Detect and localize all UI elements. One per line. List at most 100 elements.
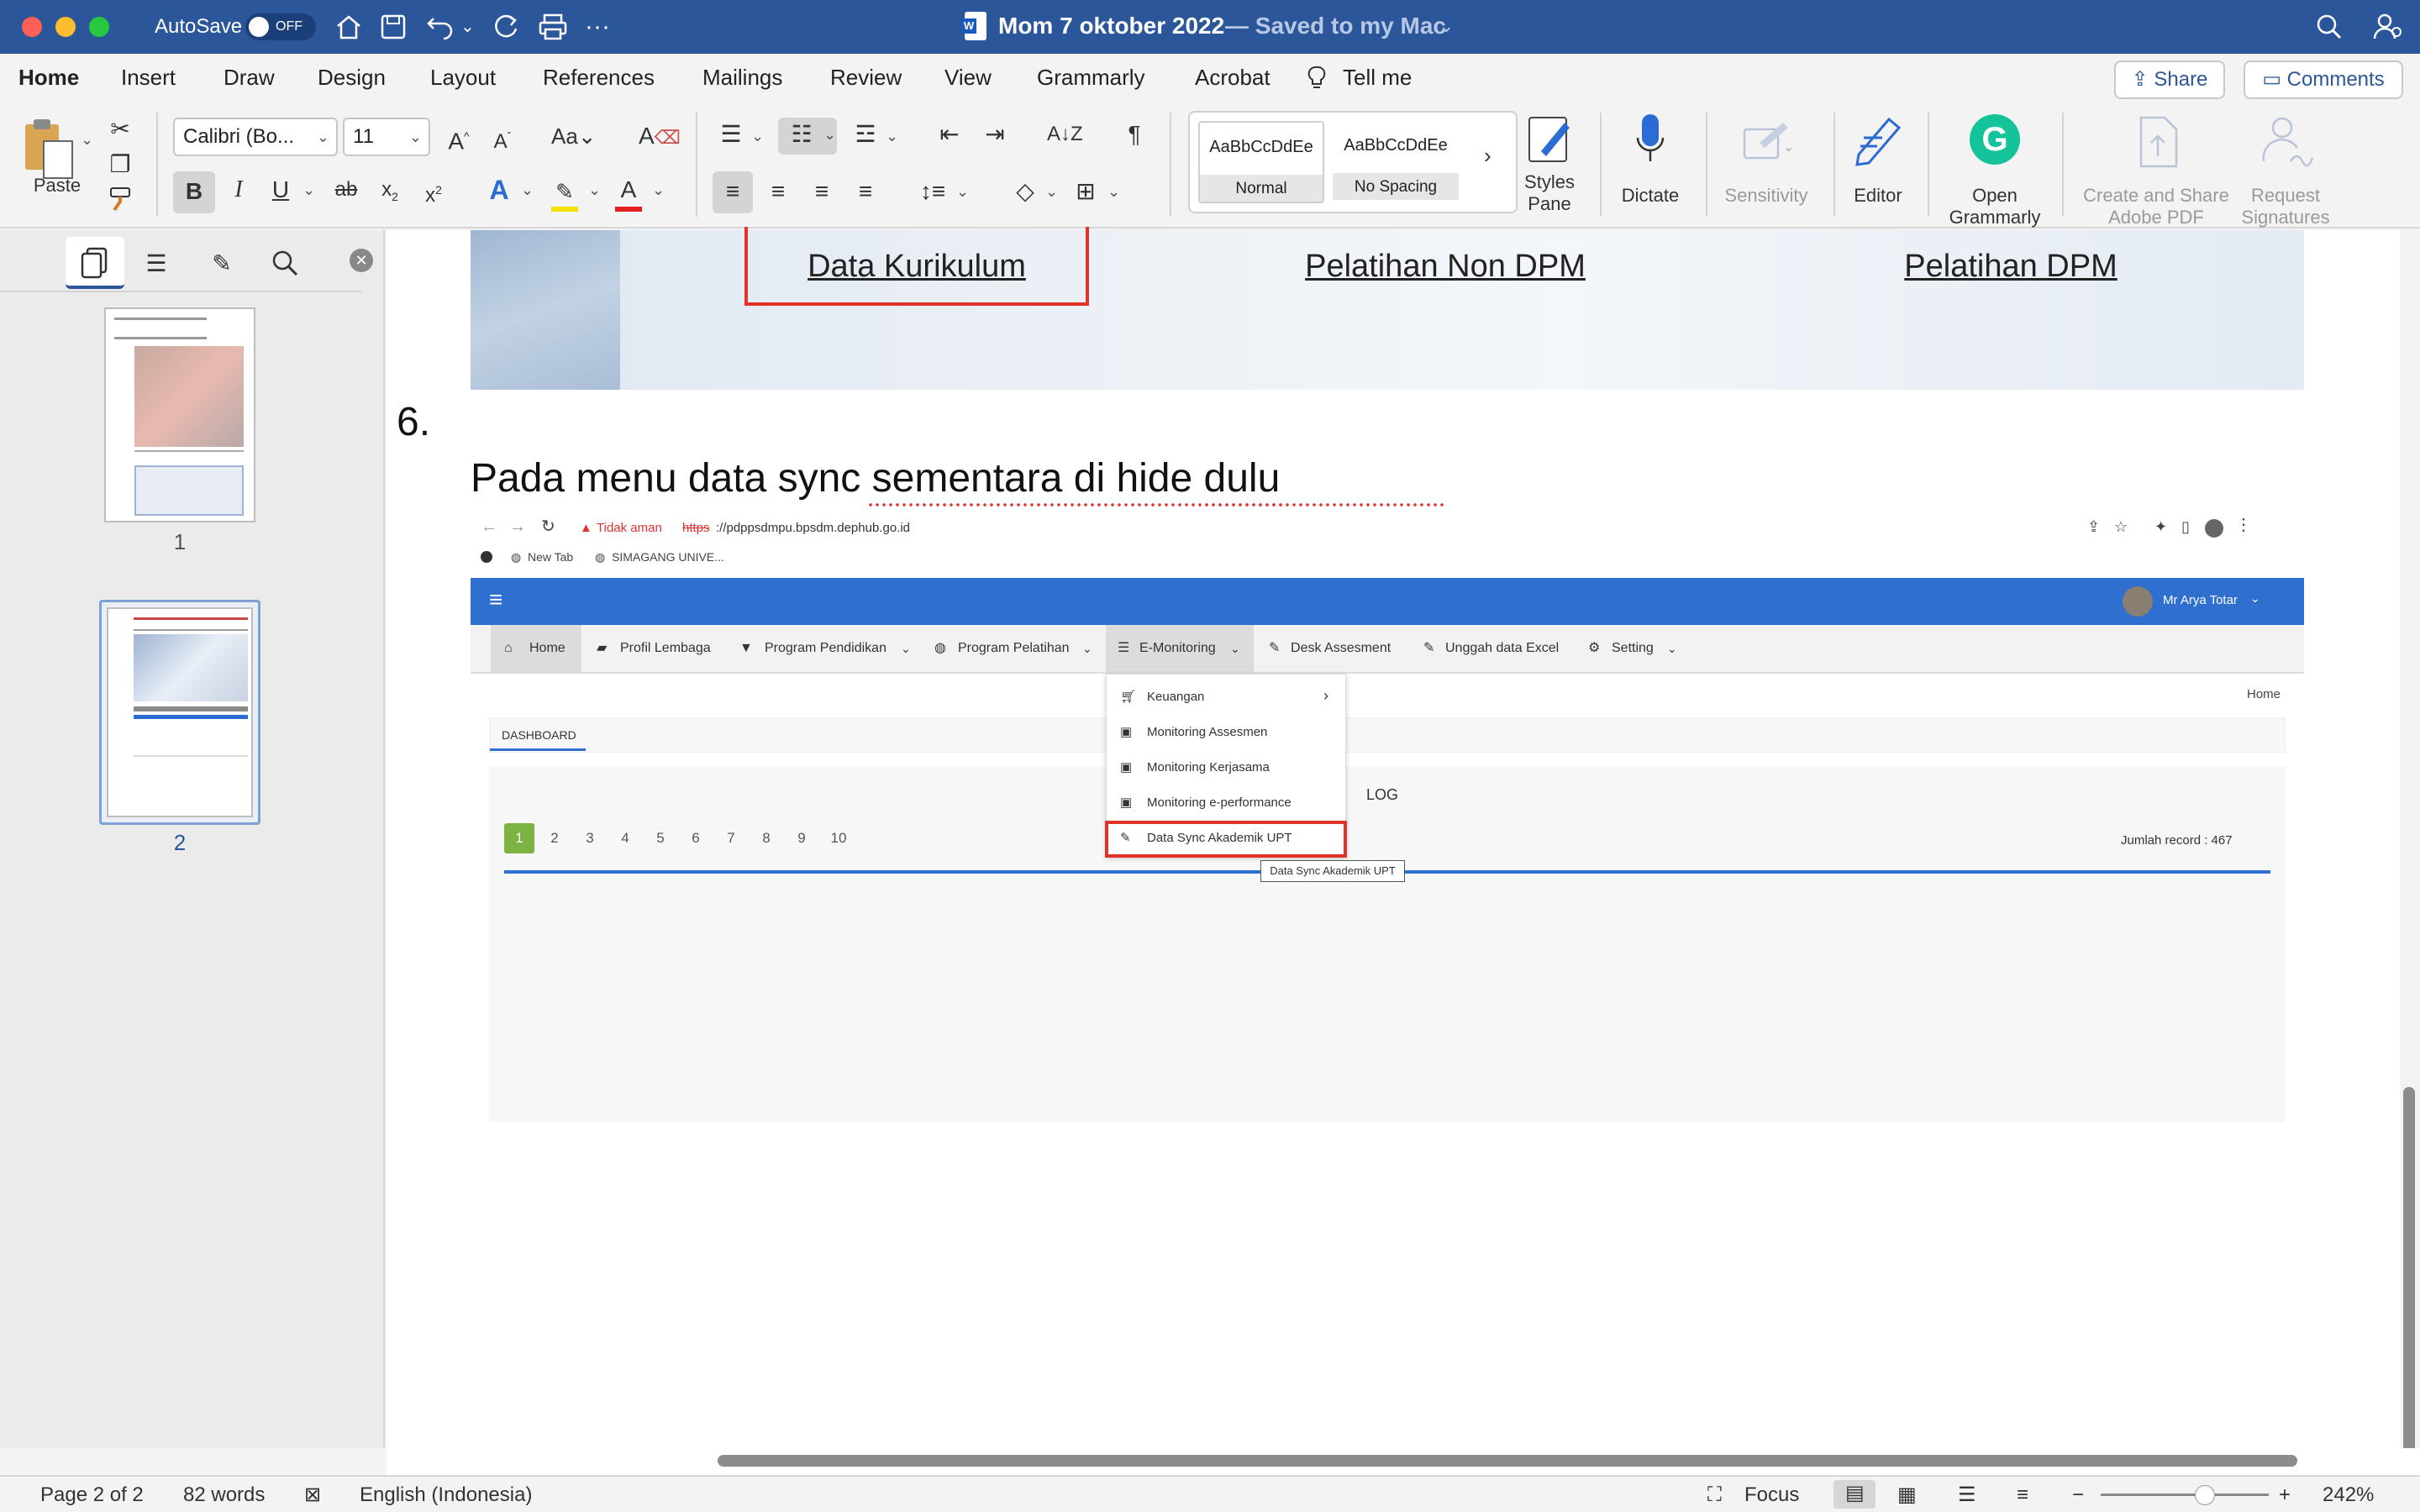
subscript-icon[interactable]: x2 <box>373 173 407 213</box>
chevron-right-icon[interactable]: › <box>1484 143 1491 169</box>
align-right-icon[interactable]: ≡ <box>805 175 839 208</box>
search-icon[interactable] <box>271 249 301 279</box>
save-icon[interactable] <box>380 13 407 40</box>
comments-button[interactable]: ▭ Comments <box>2244 60 2403 99</box>
dictate-button[interactable]: Dictate <box>1610 113 1691 218</box>
close-window-button[interactable] <box>22 17 42 37</box>
headings-icon[interactable]: ✎ <box>205 247 239 281</box>
chevron-down-icon[interactable]: ⌄ <box>521 181 534 199</box>
print-layout-button[interactable]: ▤ <box>1833 1480 1876 1509</box>
horizontal-scrollbar[interactable] <box>387 1448 2420 1475</box>
sensitivity-button[interactable]: ⌄ Sensitivity <box>1714 113 1818 218</box>
tab-acrobat[interactable]: Acrobat <box>1195 64 1270 91</box>
thumbnails-tab[interactable] <box>66 237 124 289</box>
align-left-button[interactable]: ≡ <box>713 171 753 213</box>
tab-design[interactable]: Design <box>318 64 386 91</box>
tab-draw[interactable]: Draw <box>224 64 275 91</box>
outline-icon[interactable]: ☰ <box>139 247 173 281</box>
align-center-icon[interactable]: ≡ <box>761 175 795 208</box>
banner-link-data-kurikulum[interactable]: Data Kurikulum <box>744 247 1089 286</box>
zoom-in-icon[interactable]: + <box>2279 1483 2291 1507</box>
open-grammarly-button[interactable]: G Open Grammarly <box>1933 113 2057 228</box>
increase-font-size-icon[interactable]: A^ <box>442 119 476 158</box>
web-layout-icon[interactable]: ▦ <box>1897 1483 1917 1507</box>
borders-icon[interactable]: ⊞ <box>1069 175 1102 208</box>
font-color-icon[interactable]: A <box>610 173 647 213</box>
banner-link-pelatihan-dpm[interactable]: Pelatihan DPM <box>1872 247 2149 286</box>
autosave-toggle[interactable]: OFF <box>245 13 316 40</box>
superscript-icon[interactable]: x2 <box>417 173 450 213</box>
numbering-button[interactable]: ☷ ⌄ <box>778 118 837 155</box>
undo-icon[interactable] <box>425 12 459 40</box>
language[interactable]: English (Indonesia) <box>360 1483 532 1507</box>
focus-icon[interactable]: ⛶ <box>1707 1483 1722 1507</box>
redo-icon[interactable] <box>491 12 521 42</box>
underline-dropdown-icon[interactable]: ⌄ <box>302 181 315 199</box>
cut-icon[interactable]: ✂ <box>106 113 134 146</box>
tab-grammarly[interactable]: Grammarly <box>1037 64 1145 91</box>
vertical-scrollbar[interactable] <box>2400 230 2420 1512</box>
more-commands-icon[interactable]: ··· <box>585 12 610 42</box>
share-button[interactable]: ⇪ Share <box>2114 60 2225 99</box>
justify-icon[interactable]: ≡ <box>849 175 882 208</box>
chevron-down-icon[interactable]: ⌄ <box>886 128 898 145</box>
zoom-slider-knob[interactable] <box>2195 1485 2215 1505</box>
editor-button[interactable]: Editor <box>1840 113 1916 218</box>
font-name-box[interactable]: Calibri (Bo... ⌄ <box>173 118 338 156</box>
tab-review[interactable]: Review <box>830 64 902 91</box>
tell-me-search[interactable]: Tell me <box>1343 64 1412 91</box>
style-no-spacing[interactable]: AaBbCcDdEe No Spacing <box>1333 121 1459 203</box>
chevron-down-icon[interactable]: ⌄ <box>1439 12 1454 40</box>
print-icon[interactable] <box>538 13 568 40</box>
multilevel-list-icon[interactable]: ☲ <box>849 118 882 151</box>
zoom-level[interactable]: 242% <box>2323 1483 2374 1507</box>
bullets-icon[interactable]: ☰ <box>714 118 748 151</box>
account-icon[interactable] <box>2373 12 2403 42</box>
tab-references[interactable]: References <box>543 64 655 91</box>
change-case-icon[interactable]: Aa⌄ <box>551 119 597 153</box>
close-pane-icon[interactable]: ✕ <box>350 249 373 272</box>
proofing-icon[interactable]: ⊠ <box>304 1483 321 1507</box>
decrease-font-size-icon[interactable]: Aˇ <box>486 119 519 159</box>
chevron-down-icon[interactable]: ⌄ <box>652 181 665 199</box>
minimize-window-button[interactable] <box>55 17 76 37</box>
italic-icon[interactable]: I <box>222 173 255 207</box>
chevron-down-icon[interactable]: ⌄ <box>956 183 969 201</box>
page-count[interactable]: Page 2 of 2 <box>40 1483 144 1507</box>
text-effects-icon[interactable]: A <box>481 173 518 207</box>
page-thumbnail-1[interactable] <box>104 307 255 522</box>
saved-status[interactable]: — Saved to my Mac <box>1225 12 1446 40</box>
tab-view[interactable]: View <box>944 64 992 91</box>
chevron-down-icon[interactable]: ⌄ <box>588 181 601 199</box>
show-formatting-icon[interactable]: ¶ <box>1118 118 1151 151</box>
copy-icon[interactable]: ❐ <box>106 148 134 181</box>
chevron-down-icon[interactable]: ⌄ <box>1107 183 1120 201</box>
outline-view-icon[interactable]: ☰ <box>1958 1483 1976 1507</box>
increase-indent-icon[interactable]: ⇥ <box>978 118 1012 151</box>
tab-home[interactable]: Home <box>18 64 79 91</box>
line-spacing-icon[interactable]: ↕≡ <box>916 175 950 208</box>
style-normal[interactable]: AaBbCcDdEe Normal <box>1198 121 1324 203</box>
font-size-box[interactable]: 11 ⌄ <box>343 118 430 156</box>
create-share-pdf-button[interactable]: Create and Share Adobe PDF <box>2067 113 2245 228</box>
banner-link-pelatihan-non-dpm[interactable]: Pelatihan Non DPM <box>1269 247 1622 286</box>
decrease-indent-icon[interactable]: ⇤ <box>933 118 966 151</box>
focus-label[interactable]: Focus <box>1744 1483 1799 1507</box>
home-icon[interactable] <box>334 13 363 40</box>
search-icon[interactable] <box>2316 13 2343 40</box>
shading-icon[interactable]: ◇ <box>1008 175 1042 208</box>
page-thumbnail-2-selection[interactable] <box>99 600 260 825</box>
tab-mailings[interactable]: Mailings <box>702 64 782 91</box>
highlight-color-icon[interactable]: ✎ <box>546 175 583 213</box>
sort-icon[interactable]: A↓Z <box>1047 118 1083 151</box>
format-painter-icon[interactable] <box>106 185 134 213</box>
zoom-out-icon[interactable]: − <box>2072 1483 2084 1507</box>
clear-formatting-icon[interactable]: A⌫ <box>639 119 681 155</box>
zoom-slider[interactable] <box>2101 1485 2269 1505</box>
tab-layout[interactable]: Layout <box>430 64 496 91</box>
strikethrough-icon[interactable]: ab <box>329 173 363 207</box>
chevron-down-icon[interactable]: ⌄ <box>1045 183 1058 201</box>
paste-dropdown-icon[interactable]: ⌄ <box>81 131 93 149</box>
document-canvas[interactable]: Data Kurikulum Pelatihan Non DPM Pelatih… <box>387 227 2400 1448</box>
tab-insert[interactable]: Insert <box>121 64 176 91</box>
